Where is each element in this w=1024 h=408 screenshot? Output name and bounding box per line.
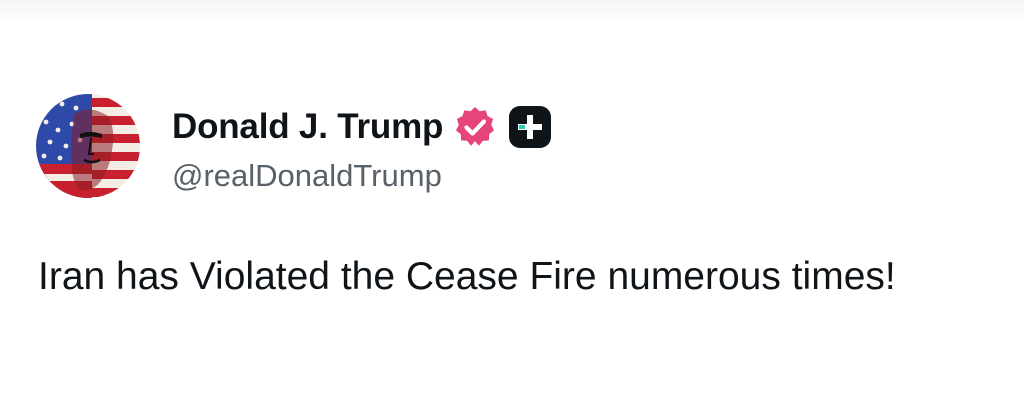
- verified-badge-icon: [453, 105, 497, 149]
- avatar[interactable]: [36, 94, 140, 198]
- post-card: Donald J. Trump @realDonaldTrump Iran ha…: [0, 0, 1024, 408]
- display-name[interactable]: Donald J. Trump: [172, 107, 443, 147]
- avatar-image: [36, 94, 140, 198]
- post-text: Iran has Violated the Cease Fire numerou…: [38, 255, 896, 298]
- plus-badge-icon: [507, 104, 553, 150]
- name-row: Donald J. Trump: [172, 104, 553, 150]
- author-handle[interactable]: @realDonaldTrump: [172, 158, 553, 194]
- top-divider: [0, 0, 1024, 22]
- author-block: Donald J. Trump @realDonaldTrump: [172, 104, 553, 194]
